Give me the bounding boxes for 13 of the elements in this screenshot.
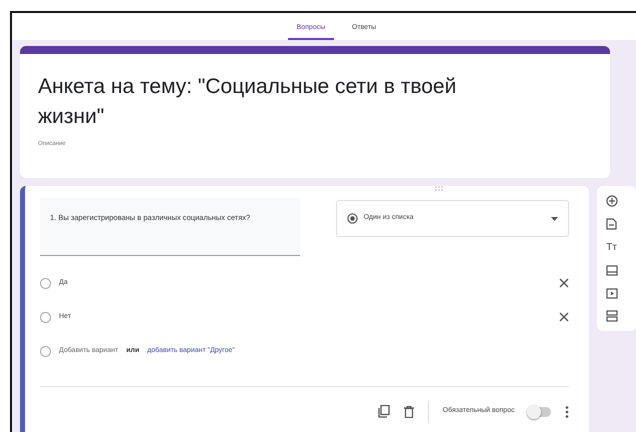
close-icon[interactable] <box>558 312 569 322</box>
more-icon[interactable] <box>564 406 569 418</box>
caret-icon <box>550 216 558 220</box>
add-title-button[interactable]: Tт <box>602 238 621 256</box>
duplicate-icon[interactable] <box>378 405 390 418</box>
required-toggle[interactable] <box>528 406 551 416</box>
radio-icon <box>346 213 358 224</box>
radio-button[interactable] <box>40 278 51 288</box>
close-icon[interactable] <box>558 278 569 288</box>
trash-icon[interactable] <box>404 406 414 418</box>
drag-handle-icon[interactable] <box>435 186 444 191</box>
form-title[interactable]: Анкета на тему: "Социальные сети в твоей жизни" <box>38 72 478 132</box>
radio-button[interactable] <box>40 312 51 322</box>
